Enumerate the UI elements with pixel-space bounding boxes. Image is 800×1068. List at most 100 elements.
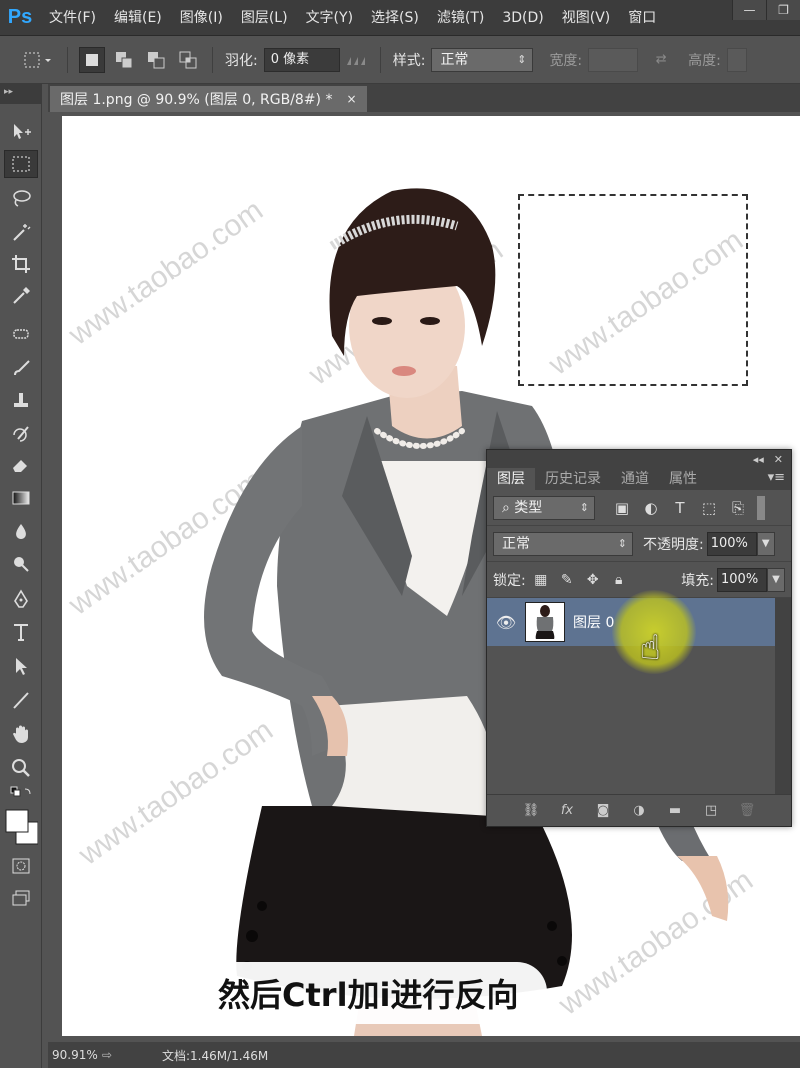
width-input[interactable] bbox=[588, 47, 639, 72]
tab-channels[interactable]: 通道 bbox=[611, 468, 659, 490]
add-mask-icon[interactable]: ◙ bbox=[592, 800, 614, 822]
subtract-from-selection-icon[interactable] bbox=[143, 47, 169, 73]
feather-label: 羽化: bbox=[225, 52, 258, 69]
menu-3d[interactable]: 3D(D) bbox=[493, 0, 552, 36]
blend-row: 正常 不透明度: 100% ▼ bbox=[487, 526, 791, 562]
menu-edit[interactable]: 编辑(E) bbox=[105, 0, 171, 36]
adjustment-filter-icon[interactable]: ◐ bbox=[640, 497, 662, 519]
menu-view[interactable]: 视图(V) bbox=[553, 0, 620, 36]
filter-type-select[interactable]: ⌕ 类型 bbox=[493, 495, 595, 520]
history-brush-tool-icon[interactable] bbox=[4, 418, 38, 446]
hand-tool-icon[interactable] bbox=[4, 720, 38, 748]
filter-toggle[interactable] bbox=[757, 495, 765, 520]
zoom-level[interactable]: 90.91% bbox=[48, 1048, 102, 1062]
menu-file[interactable]: 文件(F) bbox=[40, 0, 105, 36]
fill-label: 填充: bbox=[681, 572, 714, 589]
height-input[interactable] bbox=[726, 47, 747, 72]
shape-filter-icon[interactable]: ⬚ bbox=[698, 497, 720, 519]
lock-label: 锁定: bbox=[493, 572, 526, 589]
opacity-input[interactable]: 100% bbox=[706, 531, 757, 556]
trash-icon[interactable]: 🗑︎ bbox=[736, 800, 758, 822]
options-bar: 羽化: 0 像素 样式: 正常 宽度: ⇄ 高度: bbox=[0, 36, 800, 84]
search-icon: ⌕ bbox=[502, 499, 515, 516]
lock-position-icon[interactable]: ✥ bbox=[582, 569, 604, 591]
type-filter-icon[interactable]: T bbox=[669, 497, 691, 519]
menu-window[interactable]: 窗口 bbox=[619, 0, 665, 36]
blend-mode-select[interactable]: 正常 bbox=[493, 531, 633, 556]
menu-layer[interactable]: 图层(L) bbox=[232, 0, 297, 36]
add-to-selection-icon[interactable] bbox=[111, 47, 137, 73]
panel-tabs: 图层 历史记录 通道 属性 ▾≡ bbox=[487, 468, 791, 490]
new-selection-icon[interactable] bbox=[79, 46, 105, 73]
magic-wand-tool-icon[interactable] bbox=[4, 218, 38, 246]
type-tool-icon[interactable] bbox=[4, 618, 38, 646]
pen-tool-icon[interactable] bbox=[4, 586, 38, 614]
adjustment-layer-icon[interactable]: ◑ bbox=[628, 800, 650, 822]
opacity-dropdown-icon[interactable]: ▼ bbox=[756, 531, 775, 556]
separator bbox=[212, 46, 213, 73]
document-tab[interactable]: 图层 1.png @ 90.9% (图层 0, RGB/8#) * × bbox=[50, 86, 367, 112]
layer-thumbnail bbox=[525, 602, 565, 642]
gradient-tool-icon[interactable] bbox=[4, 484, 38, 512]
menu-image[interactable]: 图像(I) bbox=[171, 0, 232, 36]
zoom-tool-icon[interactable] bbox=[4, 754, 38, 782]
close-icon[interactable]: ✕ bbox=[774, 453, 783, 466]
fill-dropdown-icon[interactable]: ▼ bbox=[767, 567, 785, 592]
clone-stamp-tool-icon[interactable] bbox=[4, 386, 38, 414]
fill-input[interactable]: 100% bbox=[717, 567, 767, 592]
pixel-filter-icon[interactable]: ▣ bbox=[611, 497, 633, 519]
rectangular-marquee-tool-icon[interactable] bbox=[4, 150, 38, 178]
lasso-tool-icon[interactable] bbox=[4, 184, 38, 212]
crop-tool-icon[interactable] bbox=[4, 250, 38, 278]
lock-image-pixels-icon[interactable]: ✎ bbox=[556, 569, 578, 591]
panel-menu-icon[interactable]: ▾≡ bbox=[768, 470, 785, 485]
path-selection-tool-icon[interactable] bbox=[4, 652, 38, 680]
fx-icon[interactable]: fx bbox=[556, 800, 578, 822]
document-tab-title: 图层 1.png @ 90.9% (图层 0, RGB/8#) * bbox=[60, 92, 333, 108]
status-bar: 90.91% ⇨ 文档:1.46M/1.46M bbox=[48, 1042, 800, 1068]
tab-layers[interactable]: 图层 bbox=[487, 468, 535, 490]
swap-icon[interactable]: ⇄ bbox=[648, 47, 674, 73]
minimize-icon[interactable]: — bbox=[732, 0, 766, 20]
quick-mask-icon[interactable] bbox=[4, 852, 38, 880]
rectangular-selection[interactable] bbox=[518, 194, 748, 386]
feather-input[interactable]: 0 像素 bbox=[263, 47, 340, 72]
blur-tool-icon[interactable] bbox=[4, 518, 38, 546]
menu-filter[interactable]: 滤镜(T) bbox=[428, 0, 493, 36]
new-layer-icon[interactable]: ◳ bbox=[700, 800, 722, 822]
menu-type[interactable]: 文字(Y) bbox=[297, 0, 362, 36]
tutorial-caption: 然后Ctrl加i进行反向 bbox=[190, 962, 547, 1024]
intersect-selection-icon[interactable] bbox=[175, 47, 201, 73]
screen-mode-icon[interactable] bbox=[4, 884, 38, 912]
link-layers-icon[interactable]: ⛓︎ bbox=[520, 800, 542, 822]
dodge-tool-icon[interactable] bbox=[4, 550, 38, 578]
collapse-icon[interactable]: ◂◂ bbox=[753, 453, 764, 466]
tab-history[interactable]: 历史记录 bbox=[535, 468, 611, 490]
hand-cursor-icon: ☝︎ bbox=[640, 628, 661, 668]
new-group-icon[interactable]: ▬ bbox=[664, 800, 686, 822]
lock-all-icon[interactable]: 🔒︎ bbox=[608, 569, 630, 591]
eye-icon[interactable]: 👁︎ bbox=[487, 613, 525, 632]
close-icon[interactable]: × bbox=[346, 92, 356, 106]
default-colors-icon[interactable] bbox=[4, 784, 38, 802]
restore-icon[interactable]: ❐ bbox=[766, 0, 800, 20]
line-tool-icon[interactable] bbox=[4, 686, 38, 714]
tab-properties[interactable]: 属性 bbox=[659, 468, 707, 490]
status-menu-icon[interactable]: ⇨ bbox=[102, 1048, 122, 1062]
anti-alias-icon[interactable] bbox=[343, 47, 369, 73]
eyedropper-tool-icon[interactable] bbox=[4, 282, 38, 310]
layer-name[interactable]: 图层 0 bbox=[573, 612, 614, 632]
smart-object-filter-icon[interactable]: ⎘ bbox=[727, 497, 749, 519]
toolbar-grip[interactable]: ▸▸ bbox=[0, 84, 42, 104]
move-tool-icon[interactable] bbox=[4, 118, 38, 146]
brush-tool-icon[interactable] bbox=[4, 354, 38, 382]
separator bbox=[67, 46, 68, 73]
menu-select[interactable]: 选择(S) bbox=[362, 0, 428, 36]
style-select[interactable]: 正常 bbox=[431, 47, 534, 72]
eraser-tool-icon[interactable] bbox=[4, 450, 38, 478]
healing-brush-tool-icon[interactable] bbox=[4, 320, 38, 348]
lock-transparency-icon[interactable]: ▦ bbox=[530, 569, 552, 591]
layer-list-scrollbar[interactable] bbox=[775, 598, 791, 794]
marquee-preset-icon[interactable] bbox=[20, 47, 56, 73]
color-swatches[interactable] bbox=[4, 802, 38, 850]
